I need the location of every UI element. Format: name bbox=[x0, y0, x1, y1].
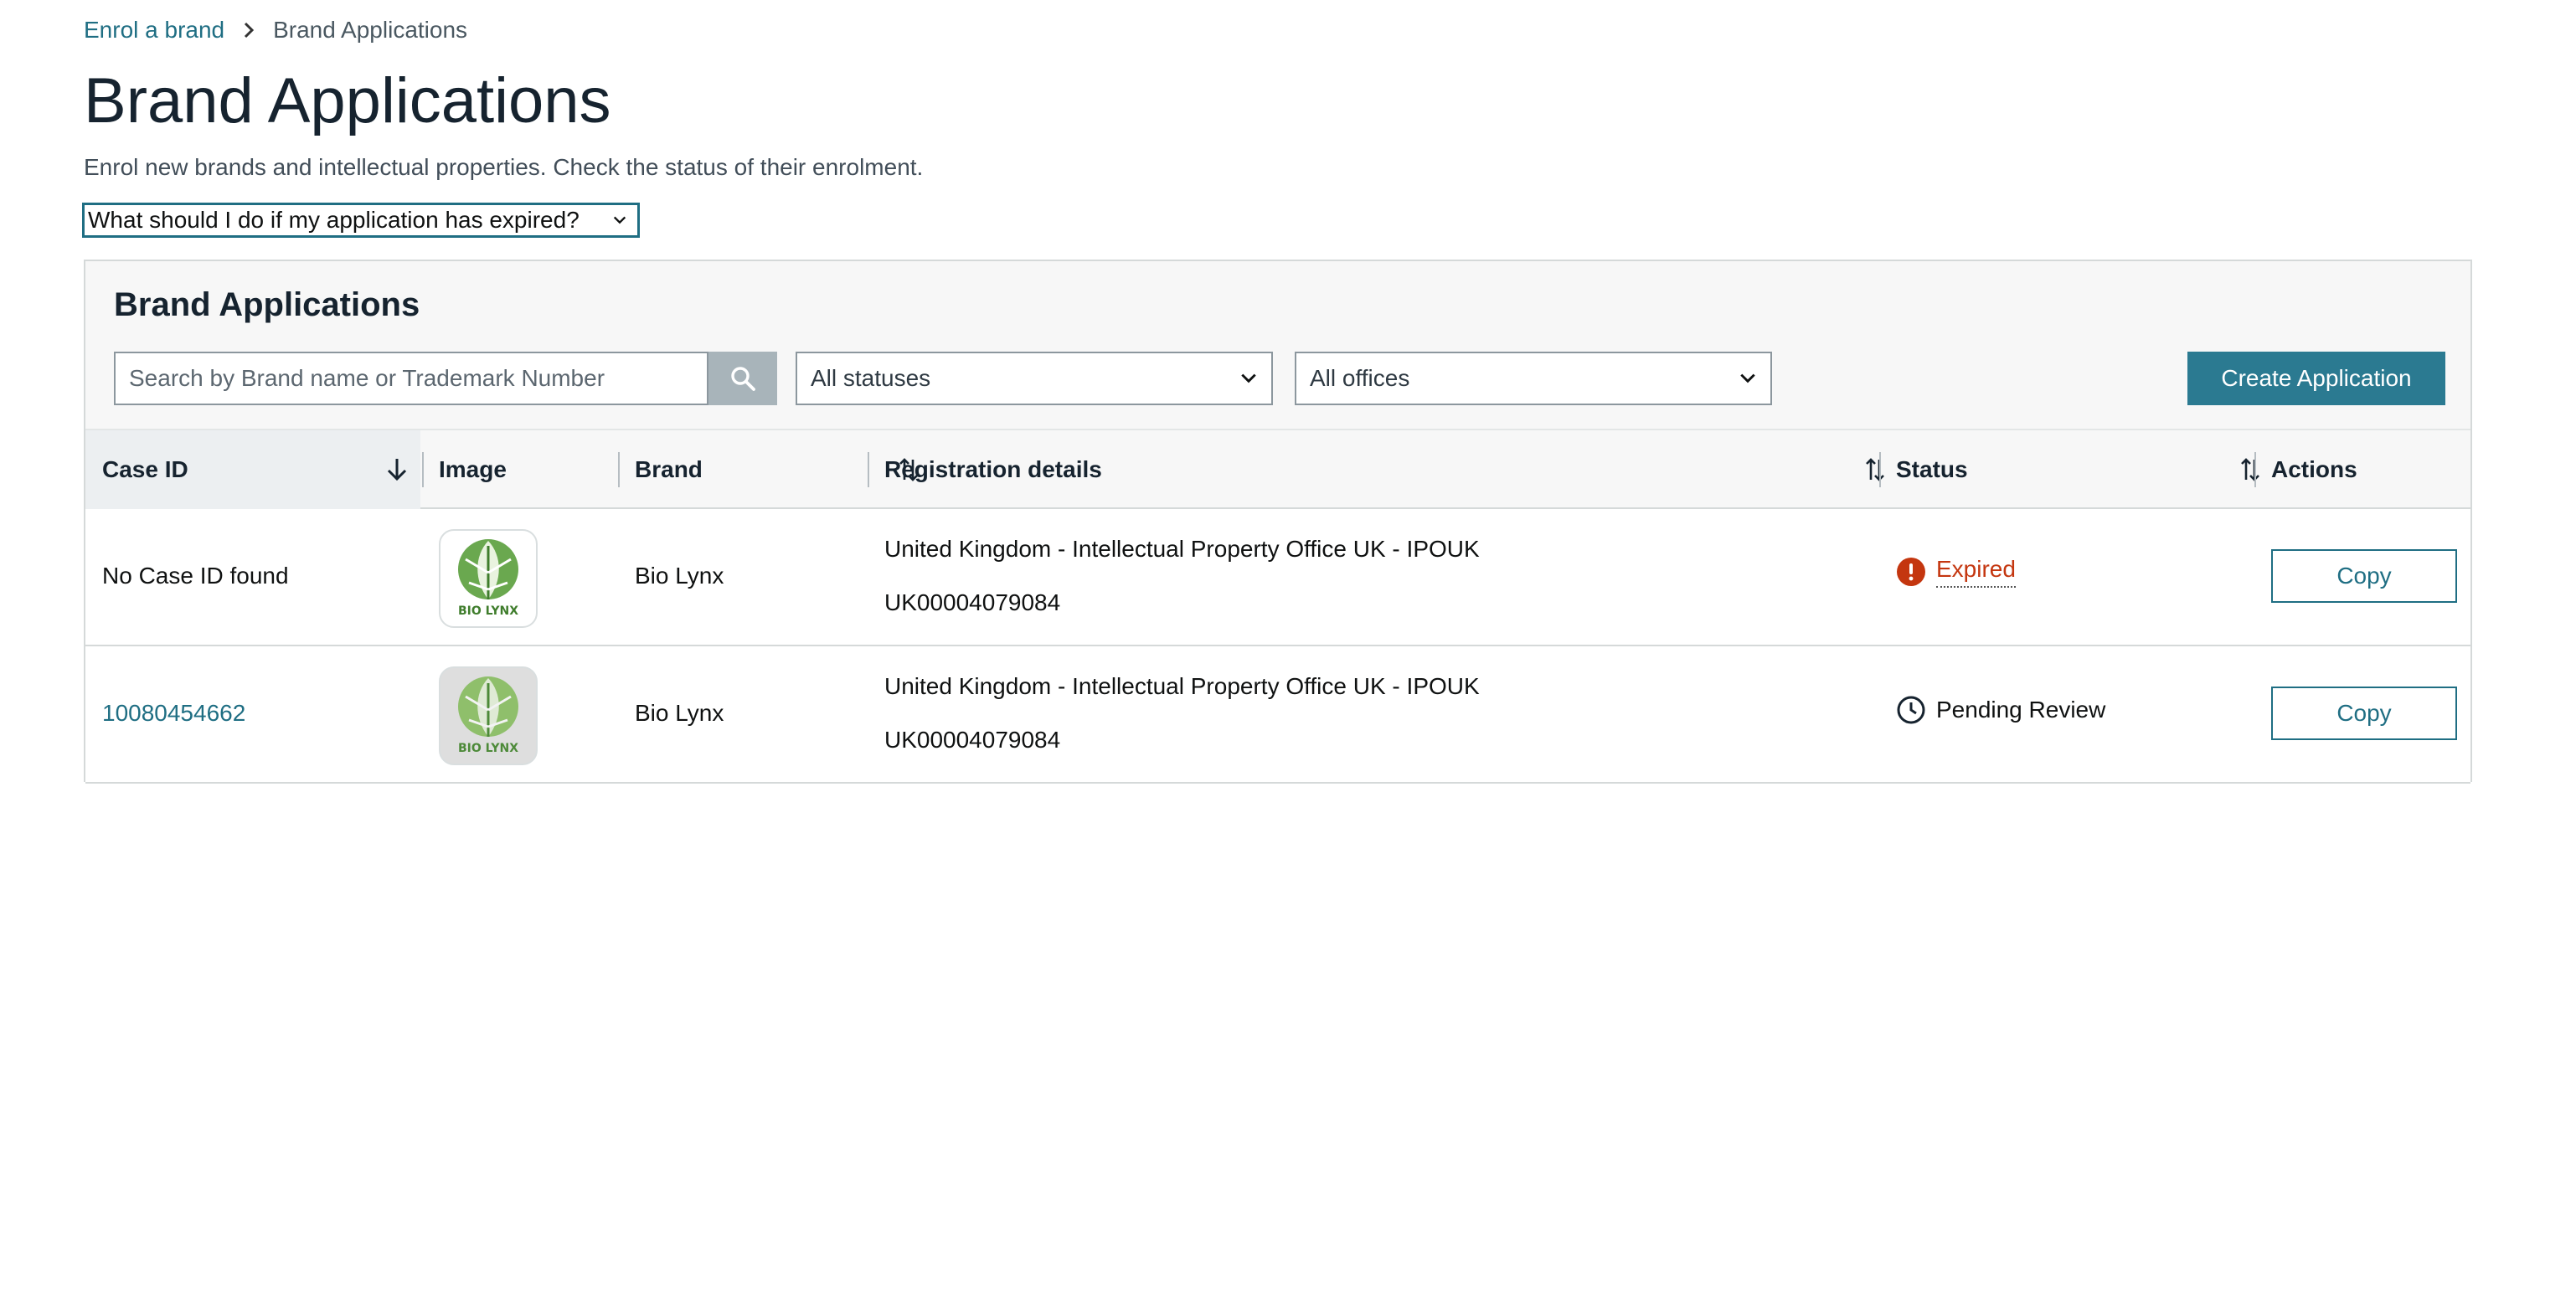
search-bar bbox=[114, 352, 777, 405]
column-divider bbox=[422, 452, 424, 487]
page-title: Brand Applications bbox=[84, 65, 611, 136]
search-input[interactable] bbox=[114, 352, 708, 405]
copy-button[interactable]: Copy bbox=[2271, 549, 2457, 603]
status-filter-select[interactable]: All statuses bbox=[796, 352, 1273, 405]
status-filter-value: All statuses bbox=[811, 365, 931, 391]
chevron-down-icon bbox=[1241, 373, 1256, 383]
brand-logo-image: BIO LYNX bbox=[439, 529, 538, 628]
column-header-registration[interactable]: Registration details bbox=[884, 430, 1908, 509]
status-text: Expired bbox=[1936, 556, 2016, 588]
sort-both-icon bbox=[2241, 458, 2259, 481]
search-button[interactable] bbox=[708, 352, 777, 405]
registration-number: UK00004079084 bbox=[884, 589, 1061, 615]
brand-cell: Bio Lynx bbox=[635, 700, 724, 726]
chevron-down-icon bbox=[613, 216, 626, 224]
column-divider bbox=[2254, 452, 2256, 487]
case-id-link[interactable]: 10080454662 bbox=[102, 700, 245, 727]
svg-text:BIO LYNX: BIO LYNX bbox=[458, 604, 518, 618]
status-text: Pending Review bbox=[1936, 697, 2106, 723]
clock-icon bbox=[1897, 696, 1925, 724]
brand-logo-image: BIO LYNX bbox=[439, 666, 538, 765]
create-application-button[interactable]: Create Application bbox=[2187, 352, 2445, 405]
breadcrumb-enrol-brand-link[interactable]: Enrol a brand bbox=[84, 17, 224, 44]
status-badge[interactable]: Expired bbox=[1896, 556, 2016, 588]
breadcrumb-current: Brand Applications bbox=[273, 17, 468, 43]
column-divider bbox=[618, 452, 620, 487]
brand-applications-panel: Brand Applications All statuses All offi… bbox=[84, 260, 2472, 784]
table-row: 10080454662 BIO LYNX Bio Lynx United Kin… bbox=[85, 646, 2470, 784]
sort-descending-icon bbox=[387, 459, 407, 481]
column-divider bbox=[1879, 452, 1881, 487]
table-body: No Case ID found BIO LYNX Bio Lynx Unite… bbox=[85, 509, 2470, 784]
svg-text:BIO LYNX: BIO LYNX bbox=[458, 742, 518, 755]
column-header-status[interactable]: Status bbox=[1896, 430, 2281, 509]
error-icon bbox=[1897, 558, 1925, 586]
copy-button[interactable]: Copy bbox=[2271, 687, 2457, 740]
column-divider bbox=[868, 452, 869, 487]
chevron-down-icon bbox=[1740, 373, 1755, 383]
registration-office: United Kingdom - Intellectual Property O… bbox=[884, 536, 1480, 562]
office-filter-value: All offices bbox=[1310, 365, 1410, 391]
page-subtitle: Enrol new brands and intellectual proper… bbox=[84, 154, 924, 180]
registration-office: United Kingdom - Intellectual Property O… bbox=[884, 673, 1480, 699]
faq-expander[interactable]: What should I do if my application has e… bbox=[82, 203, 640, 238]
status-badge: Pending Review bbox=[1896, 695, 2105, 725]
breadcrumb: Enrol a brand Brand Applications bbox=[84, 13, 467, 47]
chevron-right-icon bbox=[245, 22, 255, 39]
sort-both-icon bbox=[1866, 458, 1884, 481]
column-header-case-id[interactable]: Case ID bbox=[85, 430, 420, 509]
leaf-logo-icon: BIO LYNX bbox=[458, 676, 518, 755]
brand-cell: Bio Lynx bbox=[635, 563, 724, 589]
case-id-cell: No Case ID found bbox=[102, 563, 289, 589]
panel-title: Brand Applications bbox=[114, 286, 420, 323]
table-header: Case ID Image Brand Registration details… bbox=[85, 429, 2470, 509]
column-header-image: Image bbox=[439, 456, 507, 482]
column-header-actions: Actions bbox=[2271, 456, 2357, 482]
search-icon bbox=[731, 367, 755, 391]
faq-label: What should I do if my application has e… bbox=[88, 207, 580, 233]
leaf-logo-icon: BIO LYNX bbox=[458, 539, 518, 618]
table-row: No Case ID found BIO LYNX Bio Lynx Unite… bbox=[85, 509, 2470, 646]
office-filter-select[interactable]: All offices bbox=[1295, 352, 1772, 405]
registration-number: UK00004079084 bbox=[884, 727, 1061, 753]
